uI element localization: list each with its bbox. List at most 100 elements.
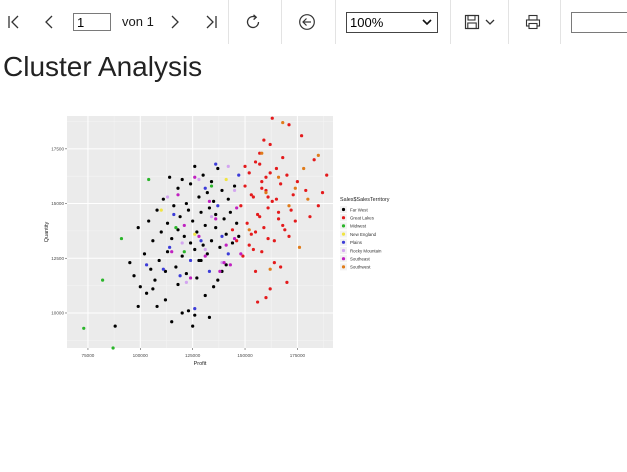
legend-swatch bbox=[341, 224, 346, 228]
data-point bbox=[151, 239, 155, 243]
data-point bbox=[163, 298, 168, 302]
data-point bbox=[226, 252, 230, 256]
data-point bbox=[262, 138, 266, 142]
data-point bbox=[226, 164, 230, 168]
find-text-input[interactable] bbox=[571, 12, 627, 33]
data-point bbox=[170, 250, 174, 254]
data-point bbox=[260, 250, 264, 254]
data-point bbox=[276, 210, 281, 214]
data-point bbox=[214, 226, 218, 230]
data-point bbox=[264, 175, 268, 179]
legend-swatch bbox=[341, 216, 346, 220]
data-point bbox=[209, 215, 214, 219]
data-point bbox=[147, 219, 151, 223]
data-point bbox=[170, 320, 174, 324]
toolbar-divider bbox=[281, 0, 282, 44]
data-point bbox=[153, 278, 157, 282]
save-disk-icon bbox=[464, 14, 480, 30]
data-point bbox=[293, 219, 297, 223]
data-point bbox=[119, 236, 124, 241]
report-viewer: von 1 bbox=[0, 0, 627, 472]
y-tick-label: 10000 bbox=[51, 311, 64, 316]
data-point bbox=[136, 304, 140, 309]
data-point bbox=[191, 219, 195, 223]
data-point bbox=[306, 197, 310, 201]
printer-icon bbox=[525, 14, 541, 30]
data-point bbox=[197, 234, 201, 238]
page-number-input[interactable] bbox=[73, 13, 111, 31]
data-point bbox=[159, 230, 163, 234]
data-point bbox=[251, 247, 256, 252]
first-page-button[interactable] bbox=[2, 6, 26, 38]
print-button[interactable] bbox=[518, 6, 548, 38]
next-page-button[interactable] bbox=[164, 6, 186, 38]
data-point bbox=[180, 254, 184, 258]
data-point bbox=[201, 243, 205, 247]
data-point bbox=[151, 287, 155, 291]
data-point bbox=[170, 236, 174, 241]
back-arrow-circle-icon bbox=[299, 14, 315, 30]
refresh-icon bbox=[246, 14, 260, 29]
data-point bbox=[188, 241, 193, 245]
data-point bbox=[161, 267, 165, 271]
refresh-button[interactable] bbox=[238, 6, 268, 38]
chevron-right-icon bbox=[171, 15, 179, 29]
back-button[interactable] bbox=[292, 6, 322, 38]
data-point bbox=[82, 326, 86, 330]
data-point bbox=[279, 265, 283, 269]
data-point bbox=[308, 215, 312, 219]
data-point bbox=[285, 280, 289, 284]
legend-label: Southwest bbox=[350, 265, 371, 270]
data-point bbox=[264, 191, 268, 195]
data-point bbox=[281, 155, 285, 160]
data-point bbox=[283, 228, 287, 232]
data-point bbox=[209, 184, 214, 188]
data-point bbox=[176, 193, 180, 197]
first-page-icon bbox=[8, 15, 19, 29]
data-point bbox=[180, 177, 184, 182]
legend-label: Southeast bbox=[350, 257, 371, 262]
data-point bbox=[214, 212, 218, 217]
last-page-button[interactable] bbox=[199, 6, 223, 38]
data-point bbox=[266, 236, 270, 241]
data-point bbox=[243, 184, 247, 188]
zoom-value: 100% bbox=[350, 15, 384, 30]
data-point bbox=[297, 245, 302, 249]
data-point bbox=[220, 234, 224, 238]
data-point bbox=[249, 232, 253, 236]
data-point bbox=[237, 173, 241, 177]
data-point bbox=[260, 186, 264, 190]
data-point bbox=[226, 197, 230, 201]
data-point bbox=[224, 177, 228, 182]
data-point bbox=[205, 191, 209, 195]
data-point bbox=[195, 276, 199, 280]
data-point bbox=[268, 267, 272, 271]
data-point bbox=[291, 193, 295, 197]
data-point bbox=[293, 186, 297, 190]
data-point bbox=[207, 315, 212, 319]
data-point bbox=[228, 263, 232, 267]
data-point bbox=[216, 278, 220, 282]
data-point bbox=[144, 263, 149, 267]
y-tick-label: 15000 bbox=[51, 201, 64, 206]
data-point bbox=[268, 142, 272, 147]
zoom-select[interactable]: 100% bbox=[346, 12, 438, 33]
data-point bbox=[239, 252, 243, 256]
data-point bbox=[299, 134, 304, 138]
legend-label: Plains bbox=[350, 240, 363, 245]
data-point bbox=[165, 195, 170, 199]
data-point bbox=[209, 180, 214, 184]
toolbar-divider bbox=[335, 0, 336, 44]
data-point bbox=[253, 269, 258, 273]
data-point bbox=[258, 215, 262, 219]
data-point bbox=[232, 188, 237, 193]
data-point bbox=[128, 261, 132, 265]
export-button[interactable] bbox=[462, 6, 498, 38]
previous-page-button[interactable] bbox=[38, 6, 60, 38]
data-point bbox=[272, 261, 276, 265]
data-point bbox=[272, 239, 276, 243]
data-point bbox=[182, 234, 186, 238]
data-point bbox=[165, 250, 170, 254]
data-point bbox=[193, 232, 197, 236]
data-point bbox=[184, 271, 188, 276]
